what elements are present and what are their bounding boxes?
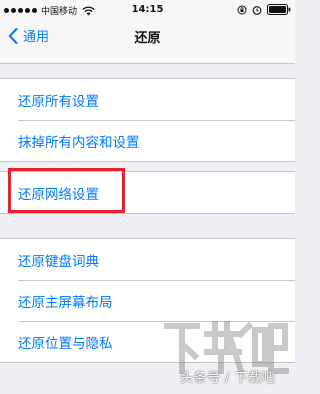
reset-keyboard-dictionary-button[interactable]: 还原键盘词典 [0,239,295,280]
cell-label: 还原主屏幕布局 [18,294,113,311]
navigation-bar: 通用 还原 [0,20,295,64]
alarm-icon [252,5,262,15]
cell-label: 还原键盘词典 [18,253,99,270]
erase-all-content-button[interactable]: 抹掉所有内容和设置 [0,120,295,161]
highlight-box [8,168,125,213]
page-title: 还原 [134,31,161,46]
watermark-text: 头条号 / 下载吧 [180,371,276,386]
cell-label: 抹掉所有内容和设置 [18,134,140,151]
status-bar: 中国移动 14:15 [0,0,295,20]
cell-label: 还原位置与隐私 [18,335,113,352]
reset-home-screen-layout-button[interactable]: 还原主屏幕布局 [0,280,295,321]
reset-all-settings-button[interactable]: 还原所有设置 [0,79,295,120]
lock-rotation-icon [237,5,247,14]
battery-icon [267,4,291,15]
cell-label: 还原所有设置 [18,93,99,110]
status-right [237,4,291,15]
settings-group-1: 还原所有设置 抹掉所有内容和设置 [0,78,295,162]
